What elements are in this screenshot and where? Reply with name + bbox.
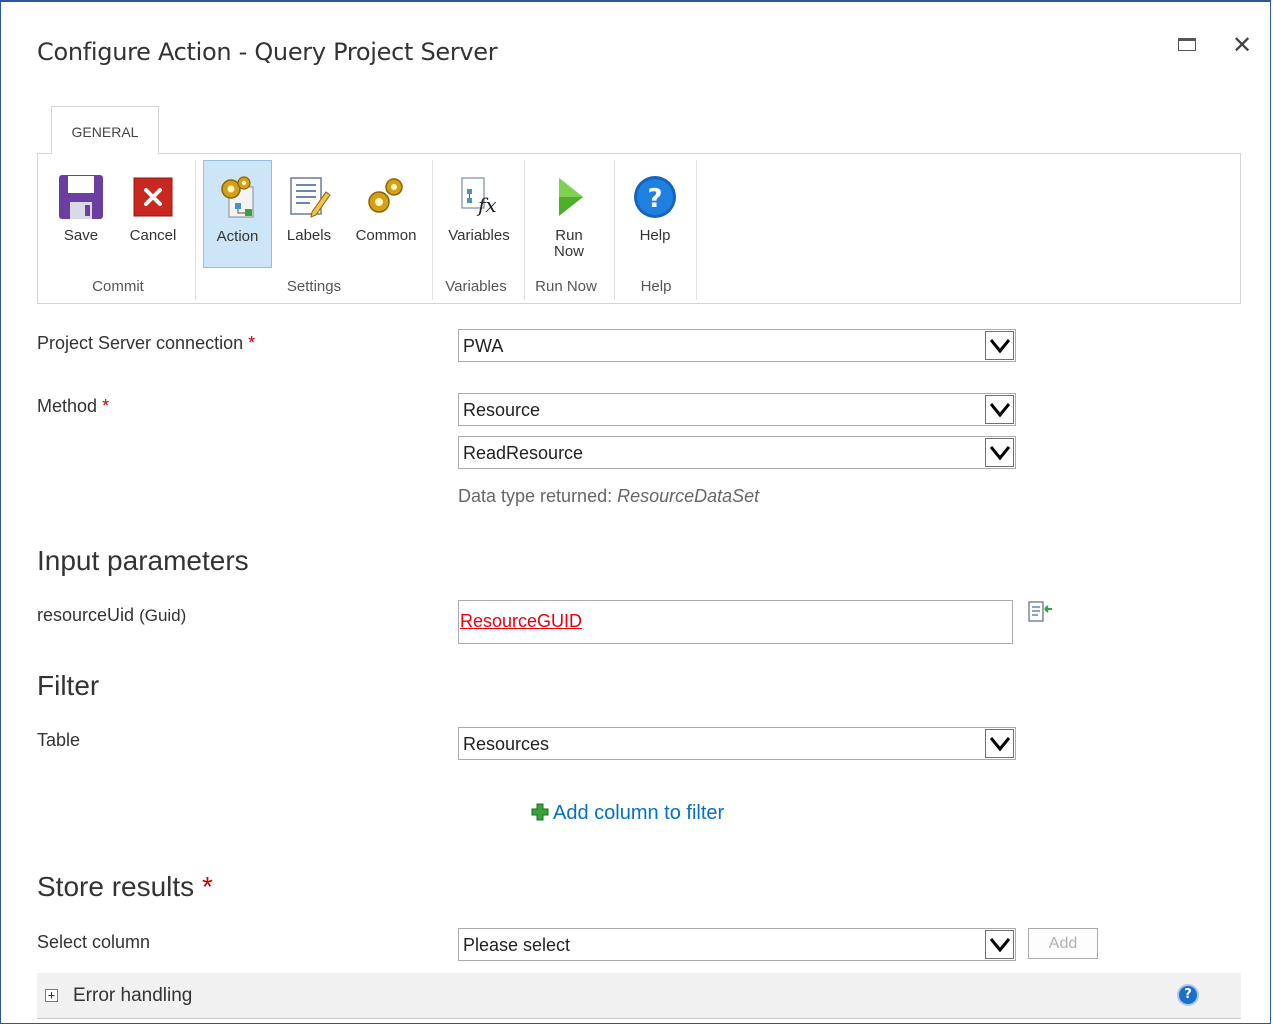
maximize-button[interactable] (1174, 32, 1200, 58)
group-run-now-label: Run Now (535, 278, 597, 295)
store-results-title: Store results (37, 871, 195, 902)
tab-general[interactable]: GENERAL (51, 106, 159, 154)
connection-label-text: Project Server connection (37, 333, 244, 353)
required-mark: * (102, 396, 110, 416)
expand-icon[interactable]: + (45, 989, 58, 1002)
ribbon-separator (524, 160, 525, 300)
input-parameters-heading: Input parameters (37, 545, 249, 576)
connection-select[interactable]: PWA (458, 329, 1016, 362)
labels-label: Labels (286, 227, 332, 244)
connection-label: Project Server connection * (37, 333, 255, 354)
method-operation-select[interactable]: ReadResource (458, 436, 1016, 469)
error-handling-label[interactable]: Error handling (73, 985, 192, 1007)
run-now-label-line1: Run (555, 227, 583, 244)
ribbon-separator (195, 160, 196, 300)
data-type-prefix: Data type returned: (458, 486, 613, 506)
required-mark: * (248, 333, 256, 353)
variables-button[interactable]: fx Variables (439, 160, 519, 268)
help-icon[interactable]: ? (1177, 984, 1199, 1006)
table-value: Resources (463, 734, 550, 754)
cancel-x-icon (133, 177, 173, 217)
filter-heading: Filter (37, 670, 100, 701)
required-mark: * (201, 871, 213, 902)
dialog-title: Configure Action - Query Project Server (37, 38, 498, 66)
method-label: Method * (37, 396, 109, 417)
fx-variables-icon: fx (461, 177, 497, 217)
method-value: Resource (463, 400, 541, 420)
group-help-label: Help (640, 278, 672, 295)
chevron-down-icon[interactable] (985, 395, 1014, 424)
resource-uid-label: resourceUid (Guid) (37, 605, 186, 626)
add-button[interactable]: Add (1028, 928, 1098, 959)
resource-uid-input[interactable]: ResourceGUID (458, 600, 1013, 644)
ribbon: Save Cancel Action Labels Common fx Vari… (37, 153, 1241, 304)
common-label: Common (355, 227, 417, 244)
run-now-button[interactable]: Run Now (530, 160, 608, 268)
help-button[interactable]: ? Help (620, 160, 690, 268)
labels-button[interactable]: Labels (276, 160, 342, 268)
cancel-label: Cancel (129, 227, 177, 244)
chevron-down-icon[interactable] (985, 331, 1014, 360)
gears-action-icon (220, 176, 253, 218)
error-handling-bar[interactable]: + Error handling ? (37, 973, 1241, 1019)
chevron-down-icon[interactable] (985, 438, 1014, 467)
group-commit-label: Commit (92, 278, 144, 295)
help-label: Help (639, 227, 671, 244)
run-now-label-line2: Now (553, 243, 584, 260)
close-button[interactable]: ✕ (1229, 32, 1255, 58)
save-label: Save (63, 227, 99, 244)
floppy-disk-icon (59, 175, 103, 219)
select-column-value: Please select (463, 935, 571, 955)
table-select[interactable]: Resources (458, 727, 1016, 760)
configure-action-dialog: Configure Action - Query Project Server … (0, 0, 1271, 1024)
close-icon: ✕ (1231, 31, 1253, 59)
run-now-label: Run Now (530, 228, 608, 260)
green-plus-icon (531, 803, 549, 821)
method-operation-value: ReadResource (463, 443, 584, 463)
add-column-label: Add column to filter (553, 802, 725, 824)
select-column-select[interactable]: Please select (458, 928, 1016, 961)
connection-value: PWA (463, 336, 504, 356)
store-results-heading: Store results * (37, 871, 213, 903)
action-button[interactable]: Action (203, 160, 272, 268)
gears-common-icon (368, 178, 403, 213)
help-icon: ? (634, 176, 676, 218)
data-type-value: ResourceDataSet (617, 486, 760, 506)
svg-text:?: ? (647, 184, 662, 214)
play-icon (559, 178, 583, 216)
action-label: Action (216, 228, 259, 245)
ribbon-separator (696, 160, 697, 300)
param-name: resourceUid (37, 605, 135, 625)
svg-text:fx: fx (476, 193, 497, 217)
insert-reference-icon[interactable] (1027, 601, 1053, 625)
maximize-icon (1178, 38, 1196, 51)
common-button[interactable]: Common (346, 160, 426, 268)
table-label: Table (37, 730, 81, 750)
cancel-button[interactable]: Cancel (116, 160, 190, 268)
ribbon-separator (614, 160, 615, 300)
select-column-label: Select column (37, 932, 151, 952)
chevron-down-icon[interactable] (985, 930, 1014, 959)
method-label-text: Method (37, 396, 98, 416)
add-column-to-filter-link[interactable]: Add column to filter (531, 801, 724, 825)
chevron-down-icon[interactable] (985, 729, 1014, 758)
data-type-hint: Data type returned: ResourceDataSet (458, 486, 759, 507)
save-button[interactable]: Save (46, 160, 116, 268)
group-settings-label: Settings (286, 278, 342, 295)
param-type: (Guid) (139, 606, 187, 625)
method-select[interactable]: Resource (458, 393, 1016, 426)
ribbon-separator (432, 160, 433, 300)
labels-list-icon (290, 177, 331, 218)
variables-label: Variables (448, 227, 510, 244)
resource-guid-token[interactable]: ResourceGUID (460, 611, 582, 632)
group-variables-label: Variables (445, 278, 507, 295)
